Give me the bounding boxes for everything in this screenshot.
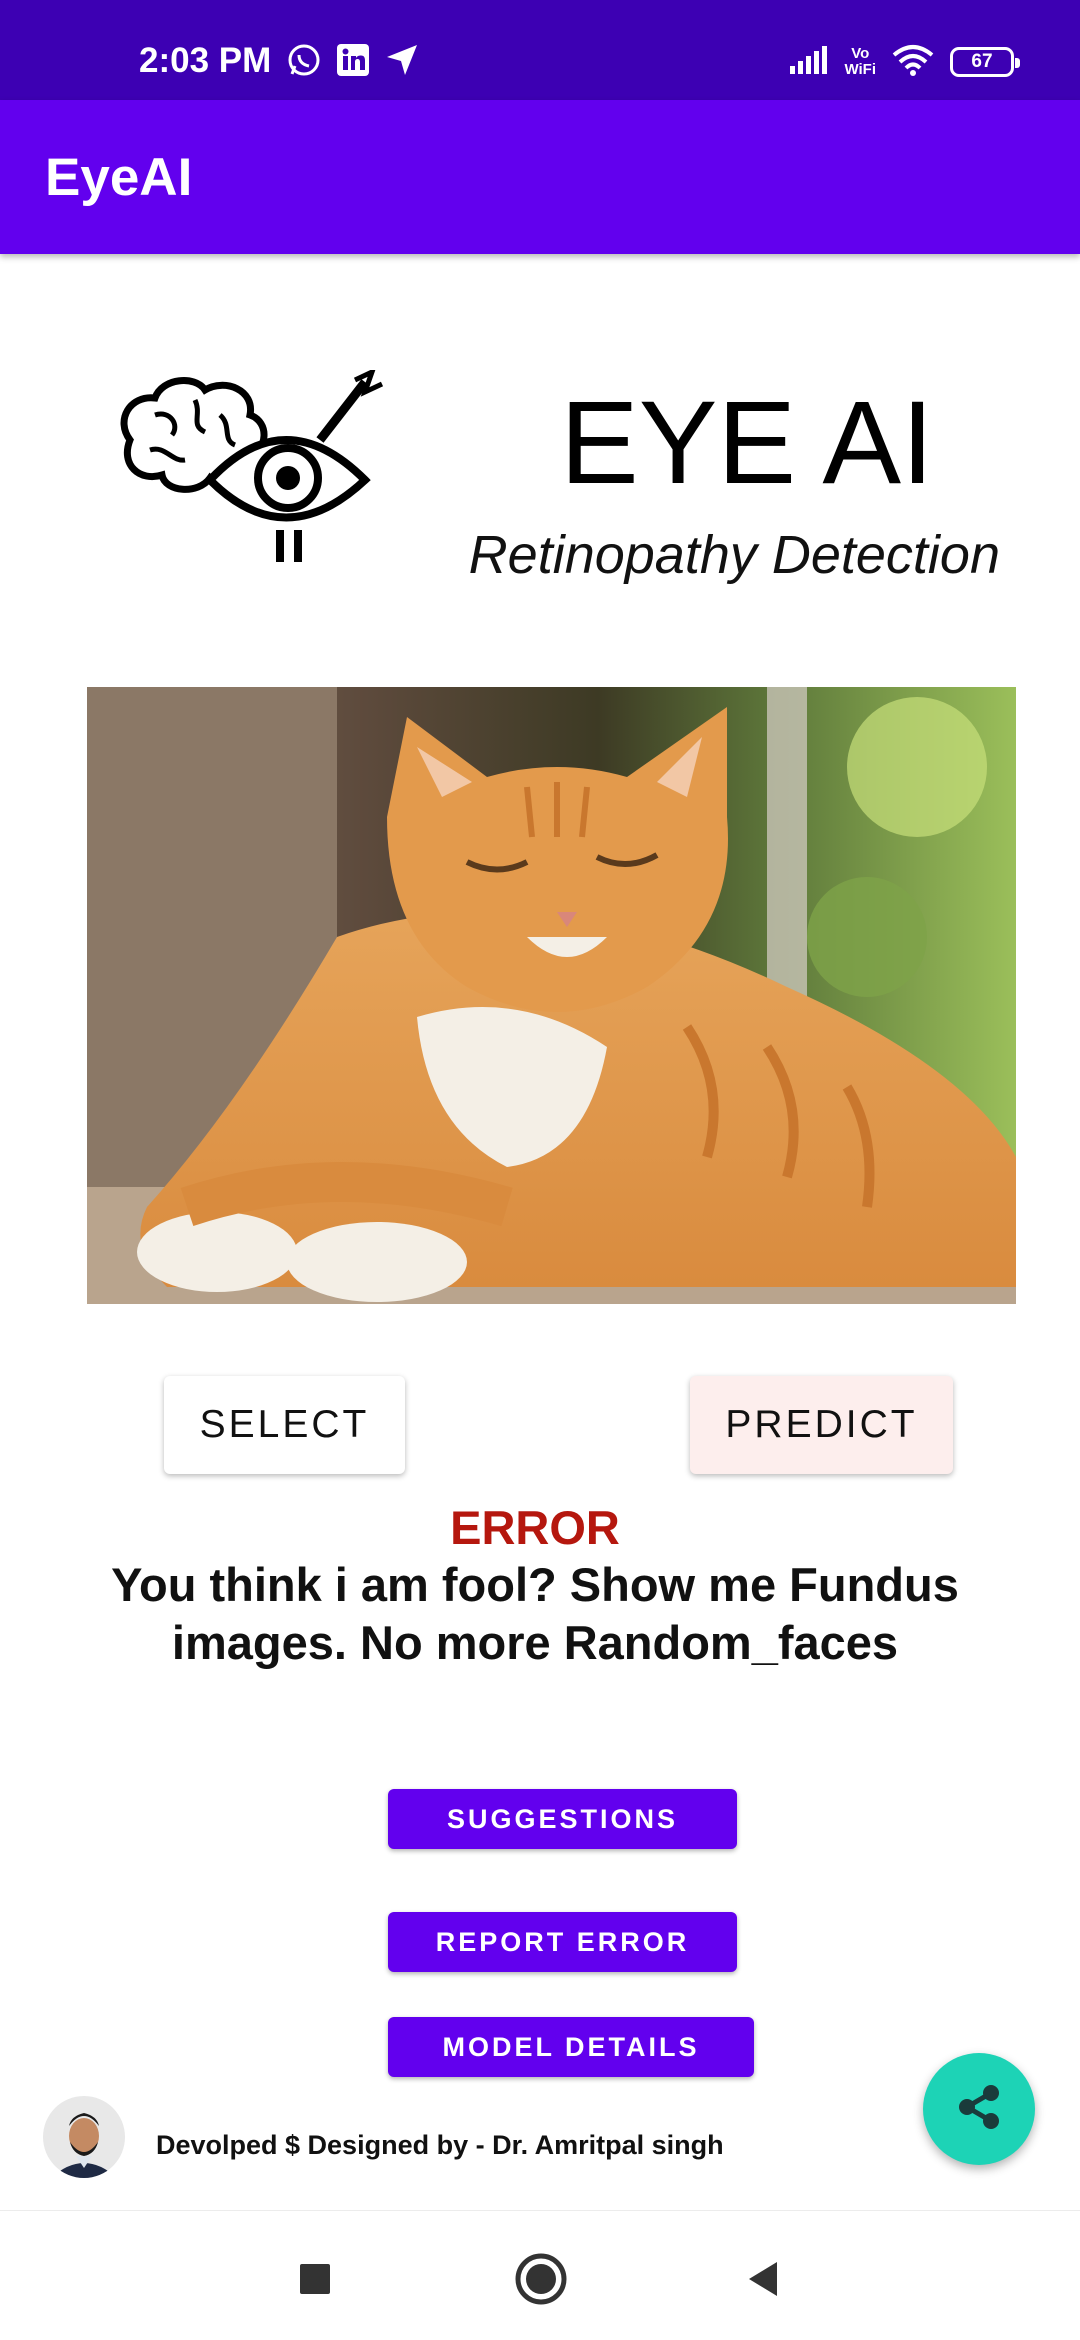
linkedin-icon: [336, 43, 370, 82]
back-button[interactable]: [733, 2251, 793, 2311]
brand-subtitle: Retinopathy Detection: [468, 525, 1000, 585]
vowifi-label-bottom: WiFi: [844, 61, 876, 78]
vowifi-label-top: Vo: [851, 45, 870, 62]
home-circle-icon: [514, 2252, 568, 2311]
system-nav-bar: [0, 2210, 1080, 2340]
status-notification-icons: [286, 42, 420, 82]
error-title: ERROR: [450, 1501, 620, 1554]
app-title: EyeAI: [45, 148, 193, 207]
status-system-icons: Vo WiFi 67: [788, 40, 1020, 84]
selected-image: [87, 687, 1016, 1304]
error-message: You think i am fool? Show me Fundus imag…: [111, 1558, 959, 1669]
back-triangle-icon: [743, 2259, 783, 2304]
wifi-icon: [892, 44, 934, 81]
status-time: 2:03 PM: [139, 41, 272, 80]
signal-icon: [788, 45, 828, 79]
avatar: [43, 2096, 125, 2178]
app-bar: EyeAI: [0, 100, 1080, 254]
model-details-button[interactable]: MODEL DETAILS: [388, 2017, 754, 2077]
battery-icon: 67: [950, 47, 1020, 77]
brand-title: EYE AI: [560, 377, 934, 509]
location-arrow-icon: [384, 42, 420, 83]
suggestions-button[interactable]: SUGGESTIONS: [388, 1789, 737, 1849]
predict-button[interactable]: PREDICT: [690, 1376, 953, 1474]
developer-credit: Devolped $ Designed by - Dr. Amritpal si…: [156, 2130, 724, 2160]
share-fab[interactable]: [923, 2053, 1035, 2165]
report-error-button[interactable]: REPORT ERROR: [388, 1912, 737, 1972]
select-button[interactable]: SELECT: [164, 1376, 405, 1474]
status-bar: 2:03 PM Vo WiFi 67: [0, 0, 1080, 100]
battery-level: 67: [971, 51, 993, 72]
brain-eye-logo: [110, 367, 390, 570]
recents-button[interactable]: [285, 2251, 345, 2311]
share-icon: [953, 2081, 1005, 2138]
vowifi-icon: Vo WiFi: [844, 46, 876, 78]
recents-square-icon: [298, 2262, 332, 2301]
whatsapp-icon: [286, 42, 322, 83]
home-button[interactable]: [511, 2251, 571, 2311]
